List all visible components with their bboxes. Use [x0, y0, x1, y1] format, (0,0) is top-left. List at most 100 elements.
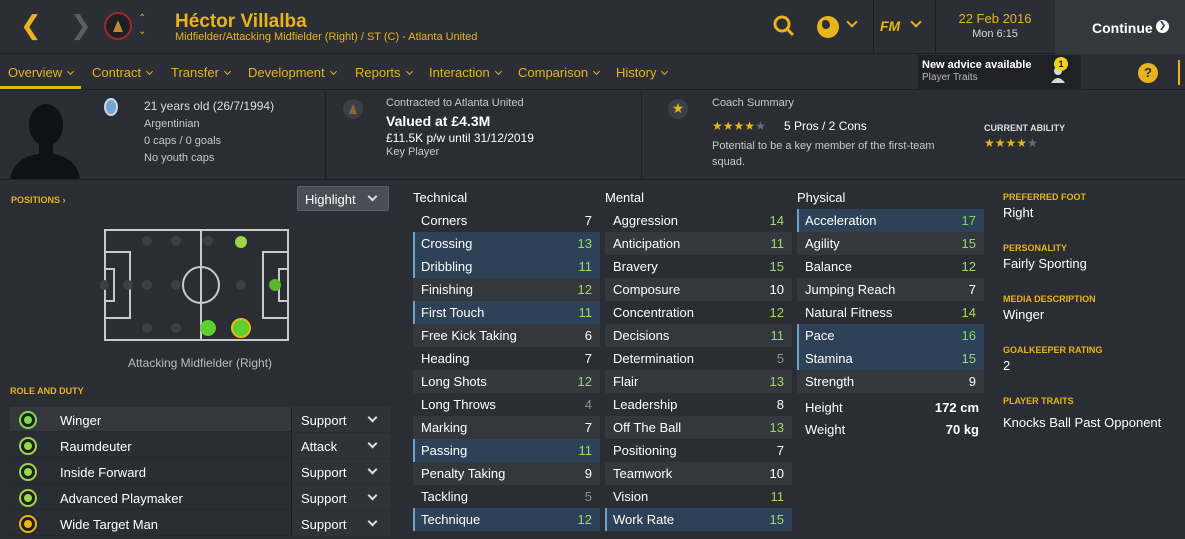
chevron-down-icon — [67, 67, 75, 76]
attribute-row-free-kick-taking[interactable]: Free Kick Taking 6 — [413, 324, 600, 347]
back-arrow-icon[interactable]: ❮ — [20, 12, 42, 40]
tab-development[interactable]: Development — [248, 65, 337, 80]
panel-edge-handle[interactable] — [1178, 60, 1180, 85]
attribute-row-long-shots[interactable]: Long Shots 12 — [413, 370, 600, 393]
duty-dropdown[interactable]: Support — [291, 511, 391, 536]
attribute-row-heading[interactable]: Heading 7 — [413, 347, 600, 370]
attribute-row-crossing[interactable]: Crossing 13 — [413, 232, 600, 255]
attribute-name: Strength — [805, 374, 855, 389]
globe-icon[interactable] — [817, 16, 839, 38]
attribute-value: 12 — [961, 259, 976, 274]
attribute-name: First Touch — [421, 305, 485, 320]
forward-arrow-icon[interactable]: ❯ — [70, 12, 92, 40]
attribute-row-balance[interactable]: Balance 12 — [797, 255, 984, 278]
attribute-row-technique[interactable]: Technique 12 — [413, 508, 600, 531]
attribute-row-finishing[interactable]: Finishing 12 — [413, 278, 600, 301]
attribute-row-tackling[interactable]: Tackling 5 — [413, 485, 600, 508]
role-row[interactable]: Inside Forward Support — [10, 459, 391, 484]
player-trait-item[interactable]: Knocks Ball Past Opponent — [1003, 415, 1161, 430]
attribute-row-corners[interactable]: Corners 7 — [413, 209, 600, 232]
duty-dropdown[interactable]: Support — [291, 407, 391, 432]
attribute-row-stamina[interactable]: Stamina 15 — [797, 347, 984, 370]
attribute-row-work-rate[interactable]: Work Rate 15 — [605, 508, 792, 531]
club-badge-icon[interactable] — [104, 12, 132, 40]
fm-logo[interactable]: FM — [880, 18, 900, 34]
role-row[interactable]: Advanced Playmaker Support — [10, 485, 391, 510]
attribute-value: 10 — [769, 466, 784, 481]
weight-row: Weight 70 kg — [797, 419, 987, 441]
attribute-value: 14 — [769, 213, 784, 228]
tab-overview[interactable]: Overview — [8, 65, 75, 80]
search-icon[interactable] — [773, 15, 795, 37]
attribute-name: Tackling — [421, 489, 468, 504]
tab-reports[interactable]: Reports — [355, 65, 413, 80]
role-row[interactable]: Winger Support — [10, 407, 391, 432]
player-switch-chevrons-icon[interactable]: ⌃ ⌄ — [138, 12, 146, 38]
attribute-row-decisions[interactable]: Decisions 11 — [605, 324, 792, 347]
attribute-row-marking[interactable]: Marking 7 — [413, 416, 600, 439]
attribute-row-jumping-reach[interactable]: Jumping Reach 7 — [797, 278, 984, 301]
advice-notification[interactable]: New advice available Player Traits 1 — [918, 55, 1081, 90]
fm-chevron-icon[interactable] — [910, 16, 922, 28]
star-empty-icon: ★ — [1027, 136, 1038, 150]
attribute-row-aggression[interactable]: Aggression 14 — [605, 209, 792, 232]
positions-heading[interactable]: POSITIONS › — [11, 195, 66, 205]
attribute-row-composure[interactable]: Composure 10 — [605, 278, 792, 301]
attribute-row-pace[interactable]: Pace 16 — [797, 324, 984, 347]
attribute-row-bravery[interactable]: Bravery 15 — [605, 255, 792, 278]
chevron-down-icon — [405, 67, 413, 76]
attribute-row-concentration[interactable]: Concentration 12 — [605, 301, 792, 324]
attribute-name: Bravery — [613, 259, 658, 274]
attribute-row-leadership[interactable]: Leadership 8 — [605, 393, 792, 416]
role-suitability-icon — [19, 515, 37, 533]
attribute-row-anticipation[interactable]: Anticipation 11 — [605, 232, 792, 255]
attribute-row-penalty-taking[interactable]: Penalty Taking 9 — [413, 462, 600, 485]
attribute-row-natural-fitness[interactable]: Natural Fitness 14 — [797, 301, 984, 324]
attribute-row-long-throws[interactable]: Long Throws 4 — [413, 393, 600, 416]
attribute-row-determination[interactable]: Determination 5 — [605, 347, 792, 370]
position-dot-mr — [200, 320, 216, 336]
game-date[interactable]: 22 Feb 2016 — [936, 11, 1054, 26]
attribute-row-agility[interactable]: Agility 15 — [797, 232, 984, 255]
tab-history[interactable]: History — [616, 65, 669, 80]
role-row[interactable]: Wide Target Man Support — [10, 511, 391, 536]
tab-transfer[interactable]: Transfer — [171, 65, 231, 80]
attribute-value: 7 — [584, 420, 592, 435]
duty-dropdown[interactable]: Support — [291, 459, 391, 484]
attribute-row-first-touch[interactable]: First Touch 11 — [413, 301, 600, 324]
attribute-row-teamwork[interactable]: Teamwork 10 — [605, 462, 792, 485]
tab-comparison[interactable]: Comparison — [518, 65, 601, 80]
highlight-dropdown[interactable]: Highlight — [297, 186, 389, 211]
nationality[interactable]: Argentinian — [144, 118, 200, 130]
tab-label: Interaction — [429, 65, 490, 80]
tab-contract[interactable]: Contract — [92, 65, 154, 80]
tab-label: Comparison — [518, 65, 589, 80]
help-icon[interactable]: ? — [1138, 63, 1158, 83]
role-name: Advanced Playmaker — [60, 491, 183, 506]
chevron-down-icon — [494, 67, 502, 76]
attribute-row-off-the-ball[interactable]: Off The Ball 13 — [605, 416, 792, 439]
attribute-value: 5 — [776, 351, 784, 366]
duty-dropdown[interactable]: Attack — [291, 433, 391, 458]
attribute-row-acceleration[interactable]: Acceleration 17 — [797, 209, 984, 232]
attribute-row-dribbling[interactable]: Dribbling 11 — [413, 255, 600, 278]
attribute-row-positioning[interactable]: Positioning 7 — [605, 439, 792, 462]
attribute-row-passing[interactable]: Passing 11 — [413, 439, 600, 462]
role-row[interactable]: Raumdeuter Attack — [10, 433, 391, 458]
attribute-row-vision[interactable]: Vision 11 — [605, 485, 792, 508]
duty-dropdown[interactable]: Support — [291, 485, 391, 510]
current-ability-stars: ★★★★★ — [984, 136, 1038, 150]
continue-button[interactable]: Continue ❯ — [1055, 0, 1185, 54]
player-position-club[interactable]: Midfielder/Attacking Midfielder (Right) … — [175, 31, 477, 43]
height-value: 172 cm — [934, 400, 979, 415]
attribute-row-strength[interactable]: Strength 9 — [797, 370, 984, 393]
international-caps: 0 caps / 0 goals — [144, 135, 222, 147]
globe-chevron-icon[interactable] — [846, 16, 858, 28]
nationality-flag-icon[interactable] — [104, 98, 118, 116]
chevron-down-icon — [367, 464, 378, 475]
contracted-to[interactable]: Contracted to Atlanta United — [386, 97, 524, 109]
coach-summary-title[interactable]: Coach Summary — [712, 97, 794, 109]
attribute-name: Aggression — [613, 213, 679, 228]
tab-interaction[interactable]: Interaction — [429, 65, 502, 80]
attribute-row-flair[interactable]: Flair 13 — [605, 370, 792, 393]
